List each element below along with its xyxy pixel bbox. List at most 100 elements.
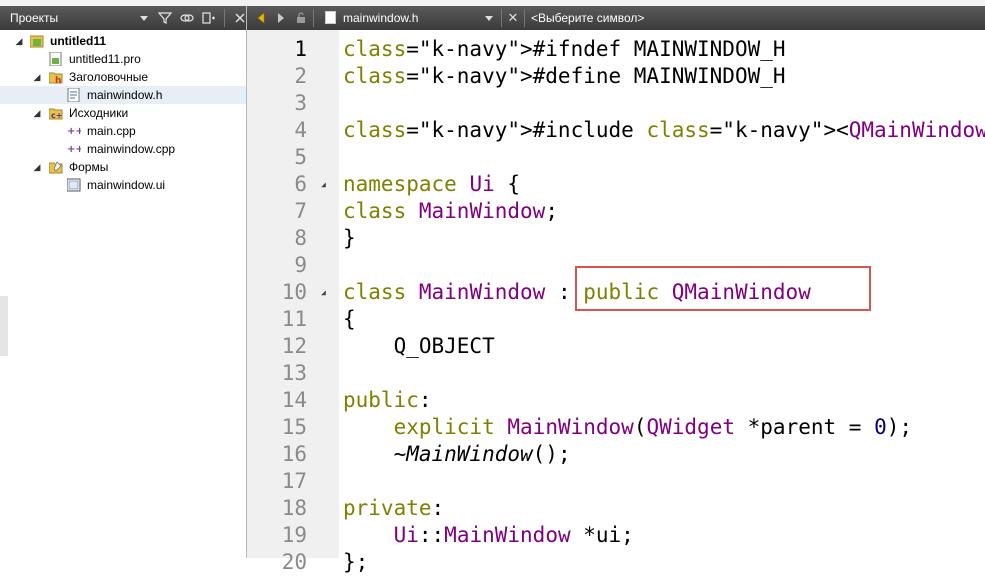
header-folder-icon: h [49, 72, 63, 84]
project-tree: ◢ untitled11 untitled11.pro ◢ h Заголово… [0, 30, 246, 194]
code-line[interactable]: 18 private: [247, 495, 985, 522]
tree-item-pro-file[interactable]: untitled11.pro [0, 50, 246, 68]
code-line[interactable]: 15 explicit MainWindow(QWidget *parent =… [247, 414, 985, 441]
code-line[interactable]: 17 [247, 468, 985, 495]
line-number: 11 [281, 307, 307, 331]
close-document-icon[interactable]: ✕ [505, 10, 521, 26]
line-number: 1 [294, 37, 307, 61]
code-line[interactable]: 19 Ui::MainWindow *ui; [247, 522, 985, 549]
tree-item-label: Формы [69, 160, 109, 174]
tree-item-project[interactable]: ◢ untitled11 [0, 32, 246, 50]
svg-text:c+: c+ [51, 111, 62, 120]
fold-marker-icon[interactable]: ◢ [321, 279, 326, 306]
code-line[interactable]: 13 [247, 360, 985, 387]
code-text: private: [343, 496, 445, 520]
filter-icon[interactable] [156, 9, 174, 27]
svg-text:++: ++ [67, 144, 81, 155]
qt-project-icon [30, 35, 44, 48]
tree-item-main-cpp[interactable]: ++ main.cpp [0, 122, 246, 140]
projects-toolbar: Проекты [0, 6, 246, 30]
tree-item-mainwindow-h[interactable]: mainwindow.h [0, 86, 246, 104]
code-line[interactable]: 16 ~MainWindow(); [247, 441, 985, 468]
symbol-selector[interactable]: <Выберите символ> [527, 8, 985, 28]
line-number: 8 [294, 226, 307, 250]
tree-item-label: untitled11.pro [69, 52, 141, 66]
code-text: namespace Ui { [343, 172, 521, 196]
code-text: Ui::MainWindow *ui; [393, 523, 634, 547]
lock-icon[interactable] [293, 10, 309, 26]
header-file-icon [67, 88, 80, 102]
expand-arrow-icon[interactable]: ◢ [14, 32, 24, 50]
line-number: 12 [281, 334, 307, 358]
tree-item-label: main.cpp [87, 124, 136, 138]
line-number: 3 [294, 91, 307, 115]
back-arrow-icon[interactable] [253, 10, 269, 26]
svg-text:h: h [55, 76, 61, 84]
tree-item-sources[interactable]: ◢ c+ Исходники [0, 104, 246, 122]
tree-item-label: Заголовочные [69, 70, 149, 84]
line-number: 15 [281, 415, 307, 439]
line-number: 13 [281, 361, 307, 385]
expand-arrow-icon[interactable]: ◢ [32, 104, 42, 122]
pro-file-icon [49, 52, 62, 66]
annotation-highlight-box [575, 266, 871, 311]
toolbar-separator [313, 9, 314, 27]
cpp-file-icon: ++ [67, 144, 81, 155]
code-line[interactable]: 7 class MainWindow; [247, 198, 985, 225]
code-text: public: [343, 388, 432, 412]
forward-arrow-icon[interactable] [273, 10, 289, 26]
expand-arrow-icon[interactable]: ◢ [32, 158, 42, 176]
tree-item-mainwindow-cpp[interactable]: ++ mainwindow.cpp [0, 140, 246, 158]
open-documents-selector[interactable]: mainwindow.h [321, 8, 497, 28]
projects-view-selector[interactable]: Проекты [4, 8, 152, 28]
line-number: 14 [281, 388, 307, 412]
tree-item-label: mainwindow.cpp [87, 142, 176, 156]
tree-item-label: untitled11 [50, 34, 107, 48]
tree-scrollbar[interactable] [0, 296, 8, 356]
code-line[interactable]: 6 ◢ namespace Ui { [247, 171, 985, 198]
tree-item-label: mainwindow.ui [87, 178, 166, 192]
tree-item-forms[interactable]: ◢ Формы [0, 158, 246, 176]
editor-toolbar: mainwindow.h ✕ <Выберите символ> [247, 6, 985, 30]
split-icon[interactable] [200, 9, 218, 27]
code-line[interactable]: 12 Q_OBJECT [247, 333, 985, 360]
code-line[interactable]: 1 class="k-navy">#ifndef MAINWINDOW_H [247, 36, 985, 63]
code-text: ~MainWindow(); [343, 442, 571, 466]
code-line[interactable]: 5 [247, 144, 985, 171]
code-text: { [343, 307, 356, 331]
ui-file-icon [67, 178, 81, 192]
symbol-selector-label: <Выберите символ> [531, 11, 645, 25]
svg-text:++: ++ [67, 126, 81, 137]
tree-item-label: Исходники [69, 106, 129, 120]
line-number: 17 [281, 469, 307, 493]
code-text: Q_OBJECT [343, 334, 495, 358]
chevron-down-icon [485, 15, 493, 21]
code-text: class="k-navy">#ifndef MAINWINDOW_H [343, 37, 786, 61]
expand-arrow-icon[interactable]: ◢ [32, 68, 42, 86]
toolbar-separator [224, 9, 225, 27]
fold-marker-icon[interactable]: ◢ [321, 171, 326, 198]
code-text: class="k-navy">#include class="k-navy"><… [343, 118, 985, 142]
projects-view-label: Проекты [10, 11, 59, 25]
line-number: 7 [294, 199, 307, 223]
line-number: 9 [294, 253, 307, 277]
code-line[interactable]: 20}; [247, 549, 985, 576]
document-icon [325, 11, 336, 24]
line-number: 2 [294, 64, 307, 88]
line-number: 6 [294, 172, 307, 196]
tree-item-headers[interactable]: ◢ h Заголовочные [0, 68, 246, 86]
code-line[interactable]: 8} [247, 225, 985, 252]
code-line[interactable]: 3 [247, 90, 985, 117]
line-number: 16 [281, 442, 307, 466]
cpp-file-icon: ++ [67, 126, 81, 137]
tree-item-mainwindow-ui[interactable]: mainwindow.ui [0, 176, 246, 194]
code-line[interactable]: 4 class="k-navy">#include class="k-navy">… [247, 117, 985, 144]
line-number: 10 [281, 280, 307, 304]
link-icon[interactable] [178, 9, 196, 27]
code-line[interactable]: 14 public: [247, 387, 985, 414]
code-text: class MainWindow; [343, 199, 558, 223]
toolbar-separator [501, 9, 502, 27]
line-number: 20 [281, 550, 307, 574]
code-line[interactable]: 2 class="k-navy">#define MAINWINDOW_H [247, 63, 985, 90]
tree-item-label: mainwindow.h [87, 88, 163, 102]
